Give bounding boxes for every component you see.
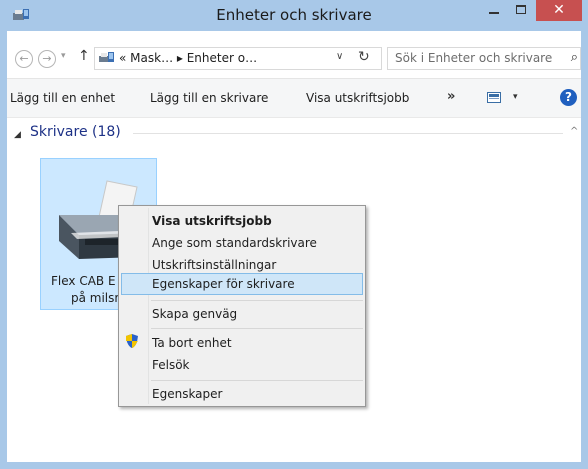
help-icon[interactable]: ? <box>560 89 577 106</box>
search-input[interactable]: Sök i Enheter och skrivare ⌕ <box>387 47 581 70</box>
menu-item-printing-preferences[interactable]: Utskriftsinställningar <box>152 258 276 272</box>
back-button[interactable]: ← <box>15 50 33 68</box>
address-bar[interactable]: « Mask… ▸ Enheter o… ∨ ↻ <box>94 47 382 70</box>
uac-shield-icon <box>126 334 138 348</box>
context-menu: Visa utskriftsjobb Ange som standardskri… <box>118 205 366 407</box>
menu-item-printer-properties[interactable]: Egenskaper för skrivare <box>152 277 295 291</box>
address-path[interactable]: « Mask… ▸ Enheter o… <box>119 51 257 65</box>
close-icon: ✕ <box>553 2 565 18</box>
group-divider <box>133 133 563 134</box>
menu-separator <box>151 380 363 381</box>
print-jobs-button[interactable]: Visa utskriftsjobb <box>306 91 409 105</box>
menu-item-properties[interactable]: Egenskaper <box>152 387 222 401</box>
up-button[interactable]: ↑ <box>78 48 90 64</box>
search-placeholder: Sök i Enheter och skrivare <box>395 51 553 65</box>
search-icon[interactable]: ⌕ <box>571 50 578 65</box>
devices-printers-icon <box>13 9 29 20</box>
navigation-bar: ← → ▾ ↑ « Mask… ▸ Enheter o… ∨ ↻ Sök i E… <box>7 31 581 78</box>
arrow-right-icon: → <box>42 52 52 65</box>
menu-item-view-print-jobs[interactable]: Visa utskriftsjobb <box>152 214 272 228</box>
printer-name-line1: Flex CAB E <box>51 274 116 288</box>
arrow-up-icon: ↑ <box>78 48 90 64</box>
menu-separator <box>151 328 363 329</box>
title-bar[interactable]: Enheter och skrivare ✕ <box>0 0 588 31</box>
view-options-icon[interactable] <box>487 92 501 103</box>
refresh-icon[interactable]: ↻ <box>358 49 370 65</box>
maximize-button[interactable] <box>508 0 535 21</box>
menu-icon-column <box>148 208 149 404</box>
menu-item-create-shortcut[interactable]: Skapa genväg <box>152 307 237 321</box>
close-button[interactable]: ✕ <box>536 0 582 21</box>
printers-group-header[interactable]: Skrivare (18) <box>30 124 121 140</box>
menu-item-remove-device[interactable]: Ta bort enhet <box>152 336 232 350</box>
minimize-icon <box>489 12 499 14</box>
scroll-up-icon[interactable]: ^ <box>570 126 578 137</box>
maximize-icon <box>516 5 526 14</box>
menu-separator <box>151 300 363 301</box>
minimize-button[interactable] <box>480 0 508 21</box>
arrow-left-icon: ← <box>19 52 29 65</box>
chevron-down-icon: ▾ <box>61 51 66 61</box>
add-printer-button[interactable]: Lägg till en skrivare <box>150 91 268 105</box>
view-dropdown-icon[interactable]: ▾ <box>513 92 518 102</box>
recent-locations-button[interactable]: ▾ <box>61 51 66 61</box>
collapse-group-icon[interactable]: ◢ <box>14 130 21 140</box>
menu-item-troubleshoot[interactable]: Felsök <box>152 358 190 372</box>
devices-printers-icon <box>99 52 114 62</box>
window-title: Enheter och skrivare <box>216 6 372 24</box>
forward-button[interactable]: → <box>38 50 56 68</box>
address-dropdown-icon[interactable]: ∨ <box>336 51 343 62</box>
more-commands-button[interactable]: » <box>447 89 455 104</box>
menu-item-set-default-printer[interactable]: Ange som standardskrivare <box>152 236 317 250</box>
command-bar: Lägg till en enhet Lägg till en skrivare… <box>7 78 581 118</box>
add-device-button[interactable]: Lägg till en enhet <box>10 91 115 105</box>
